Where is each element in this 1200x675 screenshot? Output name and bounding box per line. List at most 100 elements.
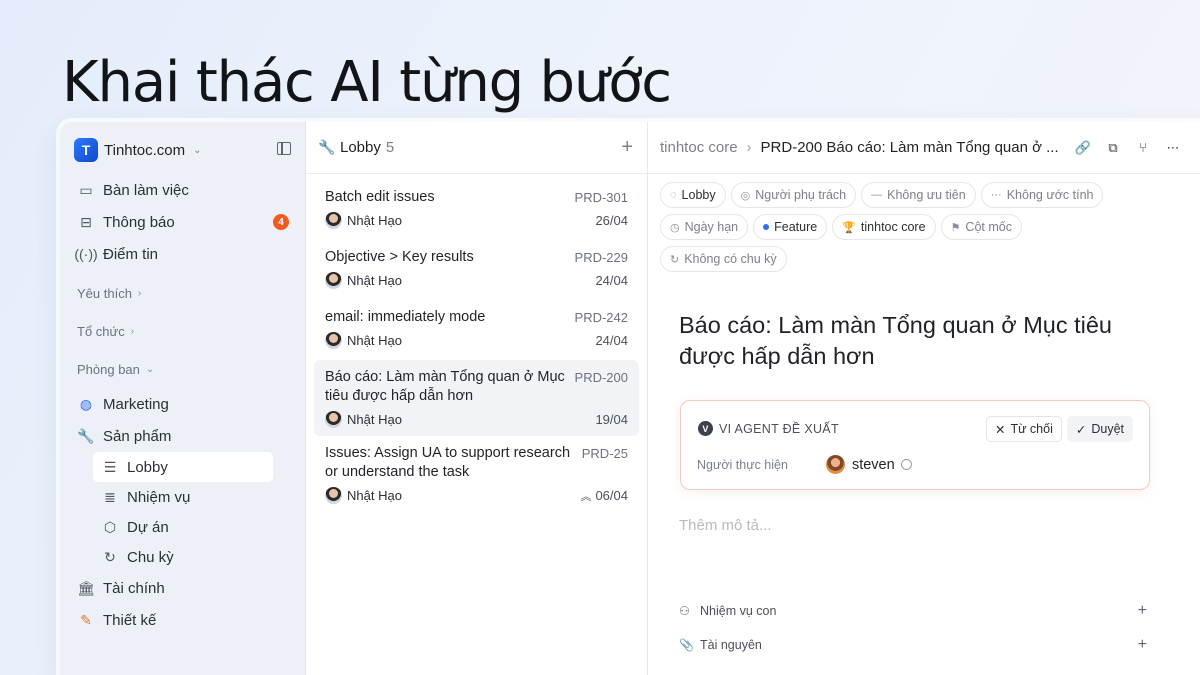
list-item[interactable]: email: immediately mode PRD-242 Nhật Hạo… (314, 300, 639, 360)
milestone-chip[interactable]: ⚑ Cột mốc (940, 214, 1022, 240)
agent-logo-icon: V (698, 421, 713, 436)
add-subtask-button[interactable]: + (1138, 602, 1147, 620)
sidebar-item-product[interactable]: 🔧 Sản phẩm (60, 420, 305, 452)
issue-date: 06/04 (595, 487, 628, 503)
info-icon[interactable] (900, 459, 912, 470)
sidebar-item-projects[interactable]: ⬡ Dự án (93, 512, 273, 542)
chip-label: Không có chu kỳ (684, 252, 777, 266)
sidebar-item-finance[interactable]: 🏛 Tài chính (60, 572, 305, 604)
chip-label: Người phụ trách (755, 188, 847, 202)
sidebar-item-cycles[interactable]: ↻ Chu kỳ (93, 542, 273, 572)
chip-label: Không ước tính (1006, 188, 1094, 202)
dots-icon: ··· (990, 189, 1002, 201)
add-issue-button[interactable]: + (621, 136, 633, 159)
issue-assignee: Nhật Hạo (347, 333, 402, 348)
sidebar-item-design[interactable]: ✎ Thiết kế (60, 604, 305, 636)
section-organization[interactable]: Tổ chức › (60, 312, 305, 350)
label-chip[interactable]: Feature (753, 214, 828, 240)
list-item[interactable]: Issues: Assign UA to support research or… (314, 436, 639, 512)
section-favorites[interactable]: Yêu thích › (60, 274, 305, 312)
issue-assignee: Nhật Hạo (347, 273, 402, 288)
chip-label: Lobby (681, 188, 716, 202)
list-item[interactable]: Batch edit issues PRD-301 Nhật Hạo 26/04 (314, 180, 639, 240)
avatar (325, 332, 342, 349)
section-label: Phòng ban (77, 361, 140, 377)
breadcrumb-separator: › (746, 139, 752, 156)
list-item-selected[interactable]: Báo cáo: Làm màn Tổng quan ở Mục tiêu đư… (314, 360, 639, 436)
copy-icon[interactable]: ⧉ (1100, 135, 1126, 161)
list-item[interactable]: Objective > Key results PRD-229 Nhật Hạo… (314, 240, 639, 300)
sidebar-item-lobby[interactable]: ☰ Lobby (93, 452, 273, 482)
subtasks-row[interactable]: ⚇ Nhiệm vụ con + (679, 602, 1147, 620)
description-field[interactable]: Thêm mô tả... (679, 517, 772, 534)
check-icon: ✓ (1075, 422, 1087, 437)
issue-title-heading[interactable]: Báo cáo: Làm màn Tổng quan ở Mục tiêu đư… (679, 310, 1129, 372)
issue-id: PRD-25 (581, 446, 628, 461)
sidebar-item-label: Lobby (127, 458, 168, 476)
issue-properties: ◌ Lobby ◎ Người phụ trách — Không ưu tiên ·… (648, 174, 1128, 272)
close-icon: ✕ (994, 422, 1006, 437)
sidebar-item-label: Nhiệm vụ (127, 488, 191, 506)
chevron-right-icon: › (130, 325, 135, 337)
chevron-right-icon: › (137, 287, 142, 299)
chip-label: Cột mốc (965, 220, 1012, 234)
chip-label: Ngày hạn (684, 220, 739, 234)
issue-id: PRD-229 (574, 250, 628, 265)
list-count: 5 (385, 139, 395, 156)
breadcrumb-parent[interactable]: tinhtoc core (660, 139, 738, 156)
approve-button[interactable]: ✓ Duyệt (1066, 416, 1133, 442)
inbox-icon: ⊟ (80, 213, 92, 230)
user-icon: ◎ (740, 189, 751, 202)
avatar (325, 411, 342, 428)
inbox-tray-icon: ▭ (79, 181, 93, 198)
assignee-chip[interactable]: ◎ Người phụ trách (730, 182, 857, 208)
resources-row[interactable]: 📎 Tài nguyên + (679, 636, 1147, 654)
issue-assignee: Nhật Hạo (347, 488, 402, 503)
more-icon[interactable]: ⋯ (1160, 135, 1186, 161)
project-chip[interactable]: 🏆 tinhtoc core (832, 214, 936, 240)
chip-label: tinhtoc core (860, 220, 926, 234)
wrench-icon: 🔧 (318, 139, 336, 155)
reject-button[interactable]: ✕ Từ chối (985, 416, 1062, 442)
issue-date: 19/04 (595, 412, 628, 427)
link-icon[interactable]: 🔗 (1070, 135, 1096, 161)
issue-assignee: Nhật Hạo (347, 412, 402, 427)
sidebar-item-workspace[interactable]: ▭ Bàn làm việc (60, 174, 305, 206)
label-dot-icon (763, 224, 770, 230)
workspace-name: Tinhtoc.com (104, 141, 186, 159)
estimate-chip[interactable]: ··· Không ước tính (980, 182, 1104, 208)
section-teams[interactable]: Phòng ban ⌄ (60, 350, 305, 388)
notification-badge: 4 (273, 214, 289, 230)
sidebar-item-tasks[interactable]: ≣ Nhiệm vụ (93, 482, 273, 512)
issue-date: 24/04 (595, 273, 628, 288)
agent-heading: V VI AGENT ĐỀ XUẤT (698, 421, 839, 436)
issue-id: PRD-200 (574, 370, 628, 385)
cycle-icon: ↻ (670, 253, 680, 266)
sidebar-toggle-icon[interactable] (277, 142, 291, 155)
breadcrumb: tinhtoc core › PRD-200 Báo cáo: Làm màn … (648, 122, 1200, 174)
list-header: 🔧 Lobby 5 + (306, 122, 647, 174)
priority-chip[interactable]: — Không ưu tiên (861, 182, 976, 208)
due-date-chip[interactable]: ◷ Ngày hạn (660, 214, 749, 240)
sidebar-item-label: Marketing (103, 395, 169, 413)
button-label: Từ chối (1010, 422, 1053, 436)
subtasks-label: Nhiệm vụ con (700, 604, 777, 618)
subtask-icon: ⚇ (679, 604, 690, 618)
list-icon: ☰ (103, 458, 117, 475)
button-label: Duyệt (1091, 422, 1124, 436)
issue-title: Báo cáo: Làm màn Tổng quan ở Mục tiêu đư… (325, 369, 565, 404)
status-chip[interactable]: ◌ Lobby (660, 182, 726, 208)
list-title: Lobby (340, 139, 381, 156)
sidebar-item-news[interactable]: ((·)) Điểm tin (60, 238, 305, 270)
add-resource-button[interactable]: + (1138, 636, 1147, 654)
status-icon: ◌ (670, 189, 677, 201)
workspace-switcher[interactable]: T Tinhtoc.com ⌄ (60, 136, 305, 164)
dash-icon: — (871, 189, 883, 201)
sidebar-item-marketing[interactable]: ◍ Marketing (60, 388, 305, 420)
sidebar-item-notifications[interactable]: ⊟ Thông báo 4 (60, 206, 305, 238)
sidebar: T Tinhtoc.com ⌄ ▭ Bàn làm việc ⊟ Thông b… (60, 122, 306, 675)
sidebar-item-label: Chu kỳ (127, 548, 174, 566)
cycle-chip[interactable]: ↻ Không có chu kỳ (660, 246, 787, 272)
issue-title: email: immediately mode (325, 309, 486, 325)
branch-icon[interactable]: ⑂ (1130, 135, 1156, 161)
